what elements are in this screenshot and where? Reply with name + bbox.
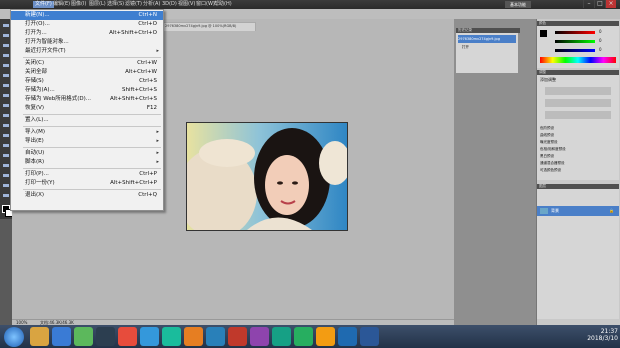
adjustment-icons-row3[interactable] (545, 111, 611, 119)
lasso-tool-icon[interactable] (2, 43, 10, 49)
pen-tool-icon[interactable] (2, 153, 10, 159)
menu-item-new[interactable]: 新建(N)... Ctrl+N (11, 11, 163, 20)
app-icon[interactable] (250, 327, 269, 346)
crop-tool-icon[interactable] (2, 63, 10, 69)
menu-bar: 文件(F) 编辑(E) 图像(I) 图层(L) 选择(S) 滤镜(T) 分析(A… (0, 0, 620, 9)
document-tab[interactable]: 2976380mv274gjn9.jpg @ 100%(RGB/8) (162, 22, 256, 31)
app-icon[interactable] (316, 327, 335, 346)
marquee-tool-icon[interactable] (2, 33, 10, 39)
submenu-arrow-icon: ▸ (156, 150, 159, 156)
brush-tool-icon[interactable] (2, 93, 10, 99)
adjustment-presets: 色阶预设 曲线预设 曝光度预设 色相/饱和度预设 黑白预设 通道混合器预设 可选… (540, 125, 566, 174)
menu-item-automate[interactable]: 自动(U) ▸ (11, 149, 163, 158)
menu-item-open[interactable]: 打开(O)... Ctrl+O (11, 20, 163, 29)
app-icon[interactable] (272, 327, 291, 346)
preset-item[interactable]: 黑白预设 (540, 153, 566, 160)
menu-item-open-as[interactable]: 打开为... Alt+Shift+Ctrl+O (11, 29, 163, 38)
color-panel: 0 0 0 (537, 26, 619, 68)
menu-item-import[interactable]: 导入(M) ▸ (11, 128, 163, 137)
preset-item[interactable]: 可选颜色预设 (540, 167, 566, 174)
bird-icon[interactable] (140, 327, 159, 346)
taskbar: 21:37 2018/3/10 (0, 325, 620, 348)
start-button[interactable] (4, 327, 24, 347)
eraser-tool-icon[interactable] (2, 123, 10, 129)
path-select-icon[interactable] (2, 173, 10, 179)
move-tool-icon[interactable] (2, 23, 10, 29)
portrait-photo (187, 123, 347, 230)
preset-item[interactable]: 曲线预设 (540, 132, 566, 139)
menu-item-save-as[interactable]: 存储为(A)... Shift+Ctrl+S (11, 86, 163, 95)
lock-icon: 🔒 (609, 208, 614, 213)
menu-image[interactable]: 图像(I) (69, 1, 88, 8)
menu-item-open-smart[interactable]: 打开为智能对象... (11, 38, 163, 47)
preset-item[interactable]: 曝光度预设 (540, 139, 566, 146)
dodge-tool-icon[interactable] (2, 143, 10, 149)
red-slider[interactable] (555, 31, 595, 34)
menu-item-scripts[interactable]: 脚本(R) ▸ (11, 158, 163, 167)
preset-item[interactable]: 色阶预设 (540, 125, 566, 132)
adjustments-panel: 添加调整 色阶预设 曲线预设 曝光度预设 色相/饱和度预设 黑白预设 通道混合器… (537, 75, 619, 180)
browser-icon[interactable] (162, 327, 181, 346)
submenu-arrow-icon: ▸ (156, 138, 159, 144)
close-button[interactable]: × (605, 0, 616, 8)
history-brush-icon[interactable] (2, 113, 10, 119)
fish-icon[interactable] (184, 327, 203, 346)
blue-slider[interactable] (555, 49, 595, 52)
hand-tool-icon[interactable] (2, 193, 10, 199)
clock[interactable]: 21:37 2018/3/10 (580, 328, 618, 342)
photoshop-icon[interactable] (338, 327, 357, 346)
monitor-icon[interactable] (96, 327, 115, 346)
netease-icon[interactable] (118, 327, 137, 346)
healing-tool-icon[interactable] (2, 83, 10, 89)
explorer-icon[interactable] (30, 327, 49, 346)
ie-icon[interactable] (52, 327, 71, 346)
adjustment-icons-row1[interactable] (545, 87, 611, 95)
menu-item-print-one[interactable]: 打印一份(Y) Alt+Shift+Ctrl+P (11, 179, 163, 188)
app-icon[interactable] (228, 327, 247, 346)
menu-item-place[interactable]: 置入(L)... (11, 116, 163, 125)
stamp-tool-icon[interactable] (2, 103, 10, 109)
menu-item-save[interactable]: 存储(S) Ctrl+S (11, 77, 163, 86)
menu-item-export[interactable]: 导出(E) ▸ (11, 137, 163, 146)
file-menu: 新建(N)... Ctrl+N 打开(O)... Ctrl+O 打开为... Alt+… (10, 9, 164, 211)
menu-item-recent[interactable]: 最近打开文件(T) ▸ (11, 47, 163, 56)
eyedropper-tool-icon[interactable] (2, 73, 10, 79)
green-slider[interactable] (555, 40, 595, 43)
layer-thumbnail (540, 208, 548, 214)
submenu-arrow-icon: ▸ (156, 48, 159, 54)
submenu-arrow-icon: ▸ (156, 129, 159, 135)
history-step[interactable]: 打开 (462, 45, 469, 50)
menu-help[interactable]: 帮助(H) (212, 1, 234, 8)
preset-item[interactable]: 色相/饱和度预设 (540, 146, 566, 153)
fg-swatch[interactable] (540, 30, 547, 37)
app-icon[interactable] (294, 327, 313, 346)
menu-item-close-all[interactable]: 关闭全部 Alt+Ctrl+W (11, 68, 163, 77)
type-tool-icon[interactable] (2, 163, 10, 169)
submenu-arrow-icon: ▸ (156, 159, 159, 165)
preset-item[interactable]: 通道混合器预设 (540, 160, 566, 167)
menu-item-revert[interactable]: 恢复(V) F12 (11, 104, 163, 113)
grid-app-icon[interactable] (206, 327, 225, 346)
chrome-icon[interactable] (74, 327, 93, 346)
menu-item-save-web[interactable]: 存储为 Web所用格式(D)... Alt+Shift+Ctrl+S (11, 95, 163, 104)
history-snapshot[interactable]: 2976380mv274gjn9.jpg (458, 35, 516, 43)
menu-item-print[interactable]: 打印(P)... Ctrl+P (11, 170, 163, 179)
shape-tool-icon[interactable] (2, 183, 10, 189)
photo-image[interactable] (186, 122, 348, 231)
menu-item-close[interactable]: 关闭(C) Ctrl+W (11, 59, 163, 68)
maximize-button[interactable]: □ (594, 0, 605, 8)
history-panel: 2976380mv274gjn9.jpg 打开 (456, 33, 518, 73)
adjustment-icons-row2[interactable] (545, 99, 611, 107)
spectrum-bar[interactable] (540, 57, 616, 63)
wand-tool-icon[interactable] (2, 53, 10, 59)
word-icon[interactable] (360, 327, 379, 346)
workspace-button[interactable]: 基本功能 (505, 1, 531, 8)
gradient-tool-icon[interactable] (2, 133, 10, 139)
layer-row[interactable]: 背景 🔒 (537, 206, 619, 216)
menu-item-exit[interactable]: 退出(X) Ctrl+Q (11, 191, 163, 200)
minimize-button[interactable]: – (583, 0, 594, 8)
